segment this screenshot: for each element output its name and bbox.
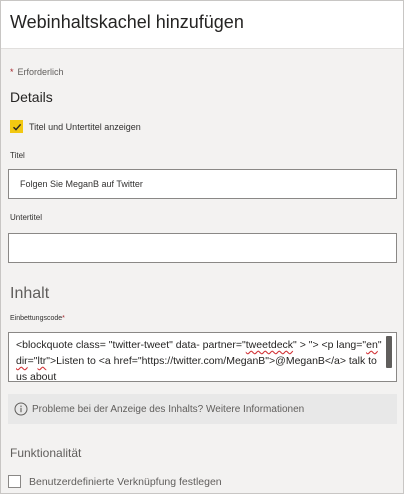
embed-code-seg: =" <box>27 355 38 367</box>
title-field-label: Titel <box>10 151 25 160</box>
custom-link-checkbox[interactable] <box>8 475 21 488</box>
embed-required-star: * <box>62 315 65 322</box>
embed-code-seg: <blockquote class= "twitter-tweet" data-… <box>16 339 246 351</box>
show-title-subtitle-checkbox[interactable] <box>10 120 23 133</box>
spellcheck-word: en <box>366 339 378 351</box>
functionality-section-title: Funktionalität <box>10 446 82 460</box>
pane-title: Webinhaltskachel hinzufügen <box>10 12 244 32</box>
spellcheck-word: dir <box>16 355 28 367</box>
required-note-text: Erforderlich <box>17 67 64 77</box>
embed-code-seg: " <box>377 339 385 351</box>
embed-code-textarea[interactable]: <blockquote class= "twitter-tweet" data-… <box>8 332 397 382</box>
custom-link-option[interactable]: Benutzerdefinierte Verknüpfung festlegen <box>8 475 222 488</box>
subtitle-input[interactable] <box>8 233 397 263</box>
spellcheck-word: ltr <box>37 355 47 367</box>
content-section-title: Inhalt <box>10 285 50 302</box>
show-title-subtitle-label: Titel und Untertitel anzeigen <box>29 121 141 132</box>
required-note: * Erforderlich <box>10 67 64 77</box>
details-section-title: Details <box>10 89 53 105</box>
embed-code-seg: ">Listen to <a href="https://twitter.com… <box>16 355 380 382</box>
embed-code-scrollbar[interactable] <box>386 336 392 368</box>
content-help-link[interactable]: Probleme bei der Anzeige des Inhalts? We… <box>32 404 304 415</box>
embed-code-label: Einbettungscode* <box>10 315 65 322</box>
title-input[interactable] <box>8 169 397 199</box>
content-help-bar[interactable]: Probleme bei der Anzeige des Inhalts? We… <box>8 394 397 424</box>
embed-code-text: <blockquote class= "twitter-tweet" data-… <box>16 337 386 382</box>
embed-code-seg: " > "> <p lang=" <box>293 339 367 351</box>
embed-code-label-text: Einbettungscode <box>10 315 63 322</box>
show-title-subtitle-option[interactable]: Titel und Untertitel anzeigen <box>10 120 141 133</box>
checkmark-icon <box>12 123 21 131</box>
subtitle-field-label: Untertitel <box>10 213 43 222</box>
custom-link-label: Benutzerdefinierte Verknüpfung festlegen <box>29 475 222 488</box>
spellcheck-word: tweetdeck <box>245 339 294 351</box>
required-star: * <box>10 67 14 77</box>
add-web-content-tile-pane: Webinhaltskachel hinzufügen * Erforderlic… <box>0 0 404 494</box>
info-icon <box>14 402 28 416</box>
pane-header: Webinhaltskachel hinzufügen <box>1 1 403 49</box>
